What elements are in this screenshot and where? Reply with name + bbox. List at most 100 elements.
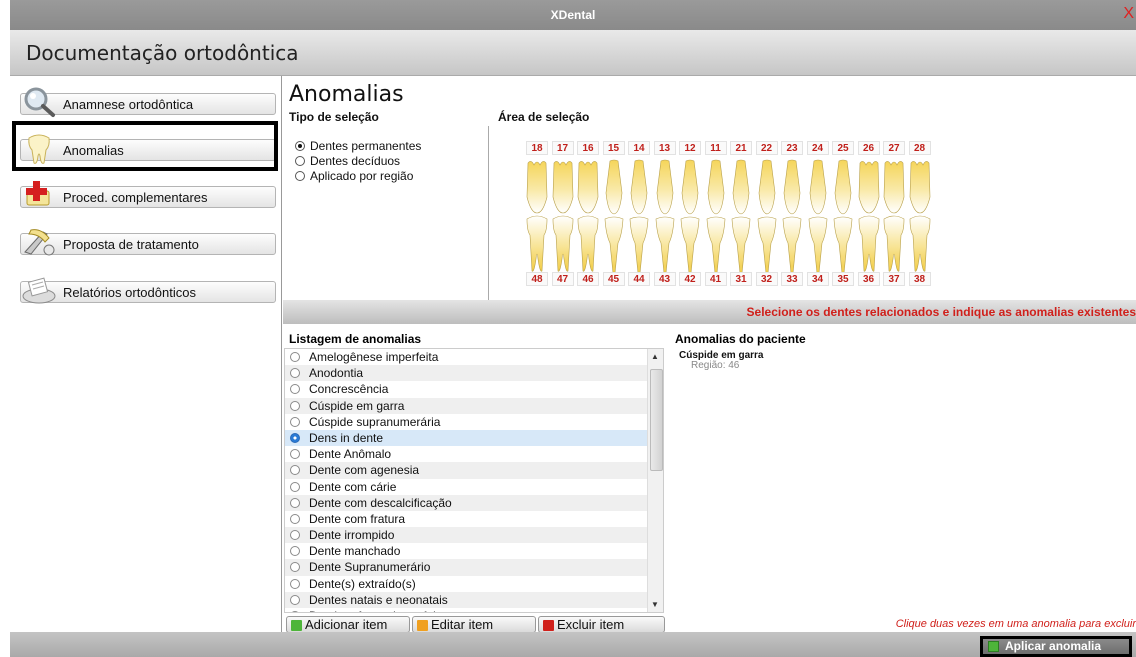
tooth-number-36[interactable]: 36 [857, 272, 880, 286]
tooth-number-43[interactable]: 43 [653, 272, 676, 286]
tooth-24[interactable] [806, 157, 830, 217]
radio-aplicado-regiao[interactable]: Aplicado por região [295, 169, 413, 183]
list-item[interactable]: Anodontia [285, 365, 663, 382]
tooth-27[interactable] [882, 157, 906, 217]
tooth-number-26[interactable]: 26 [857, 141, 880, 155]
list-item[interactable]: Cúspide supranumerária [285, 414, 663, 430]
tooth-number-34[interactable]: 34 [806, 272, 829, 286]
tooth-23[interactable] [780, 157, 804, 217]
list-item[interactable]: Dens in dente [285, 429, 663, 447]
tooth-45[interactable] [602, 215, 626, 275]
list-item[interactable]: Dente com fratura [285, 511, 663, 527]
list-item[interactable]: Concrescência [285, 381, 663, 397]
radio-dentes-permanentes[interactable]: Dentes permanentes [295, 139, 421, 153]
tooth-37[interactable] [882, 215, 906, 275]
list-item[interactable]: Dente manchado [285, 543, 663, 559]
tooth-42[interactable] [678, 215, 702, 275]
tooth-46[interactable] [576, 215, 600, 275]
add-item-button[interactable]: Adicionar item [286, 616, 410, 633]
apply-anomaly-button[interactable]: Aplicar anomalia [980, 636, 1132, 657]
tooth-25[interactable] [831, 157, 855, 217]
tooth-22[interactable] [755, 157, 779, 217]
tooth-41[interactable] [704, 215, 728, 275]
tooth-13[interactable] [653, 157, 677, 217]
tooth-number-16[interactable]: 16 [577, 141, 599, 155]
tooth-33[interactable] [780, 215, 804, 275]
tooth-21[interactable] [729, 157, 753, 217]
tooth-number-28[interactable]: 28 [908, 141, 931, 155]
tooth-number-41[interactable]: 41 [704, 272, 727, 286]
tooth-28[interactable] [908, 157, 932, 217]
radio-dentes-deciduos[interactable]: Dentes decíduos [295, 154, 400, 168]
tooth-number-45[interactable]: 45 [602, 272, 625, 286]
sidebar-item-proced-complementares[interactable]: Proced. complementares [20, 181, 276, 208]
list-item[interactable]: Dente irrompido [285, 527, 663, 544]
tooth-34[interactable] [806, 215, 830, 275]
tooth-16[interactable] [576, 157, 600, 217]
tooth-35[interactable] [831, 215, 855, 275]
tooth-48[interactable] [525, 215, 549, 275]
tooth-number-12[interactable]: 12 [679, 141, 701, 155]
list-item[interactable]: Dente com cárie [285, 479, 663, 495]
tooth-number-37[interactable]: 37 [883, 272, 905, 286]
tooth-38[interactable] [908, 215, 932, 275]
tooth-number-27[interactable]: 27 [883, 141, 905, 155]
tooth-number-11[interactable]: 11 [704, 141, 727, 155]
sidebar-item-relatorios[interactable]: Relatórios ortodônticos [20, 277, 276, 304]
list-scrollbar[interactable]: ▲ ▼ [647, 349, 663, 612]
tooth-11[interactable] [704, 157, 728, 217]
tooth-number-32[interactable]: 32 [755, 272, 778, 286]
list-item[interactable]: Dente Anômalo [285, 446, 663, 462]
list-item[interactable]: Dente com descalcificação [285, 494, 663, 511]
tooth-number-25[interactable]: 25 [832, 141, 854, 155]
tooth-number-42[interactable]: 42 [679, 272, 701, 286]
list-item[interactable]: Amelogênese imperfeita [285, 349, 663, 365]
tooth-number-38[interactable]: 38 [908, 272, 931, 286]
tooth-12[interactable] [678, 157, 702, 217]
scroll-up-icon[interactable]: ▲ [651, 352, 659, 361]
tooth-14[interactable] [627, 157, 651, 217]
tooth-number-46[interactable]: 46 [577, 272, 599, 286]
tooth-31[interactable] [729, 215, 753, 275]
list-item[interactable]: Dente(s) extraído(s) [285, 576, 663, 592]
tooth-number-13[interactable]: 13 [653, 141, 676, 155]
edit-item-button[interactable]: Editar item [412, 616, 536, 633]
list-item[interactable]: Dentes natais e neonatais [285, 591, 663, 608]
list-item[interactable]: Dentinogênese imperfeita [285, 608, 663, 612]
tooth-15[interactable] [602, 157, 626, 217]
tooth-number-23[interactable]: 23 [781, 141, 803, 155]
delete-item-button[interactable]: Excluir item [538, 616, 665, 633]
list-item[interactable]: Cúspide em garra [285, 397, 663, 414]
tooth-number-24[interactable]: 24 [806, 141, 829, 155]
sidebar-item-anamnese[interactable]: Anamnese ortodôntica [20, 87, 276, 117]
tooth-number-47[interactable]: 47 [551, 272, 574, 286]
tooth-number-31[interactable]: 31 [730, 272, 752, 286]
tooth-number-15[interactable]: 15 [602, 141, 625, 155]
tooth-number-22[interactable]: 22 [755, 141, 778, 155]
tooth-26[interactable] [857, 157, 881, 217]
tooth-47[interactable] [551, 215, 575, 275]
scroll-thumb[interactable] [650, 369, 663, 471]
anomaly-list: Amelogênese imperfeita Anodontia Concrescê… [284, 348, 664, 613]
list-item[interactable]: Dente com agenesia [285, 462, 663, 479]
tooth-17[interactable] [551, 157, 575, 217]
tooth-43[interactable] [653, 215, 677, 275]
close-icon[interactable]: X [1123, 0, 1134, 28]
tooth-number-48[interactable]: 48 [526, 272, 548, 286]
tooth-number-44[interactable]: 44 [628, 272, 650, 286]
tooth-36[interactable] [857, 215, 881, 275]
list-item[interactable]: Dente Supranumerário [285, 559, 663, 576]
tooth-18[interactable] [525, 157, 549, 217]
add-icon [291, 620, 302, 631]
tooth-number-33[interactable]: 33 [781, 272, 803, 286]
scroll-down-icon[interactable]: ▼ [651, 600, 659, 609]
sidebar-item-proposta-tratamento[interactable]: Proposta de tratamento [20, 229, 276, 256]
tooth-number-18[interactable]: 18 [526, 141, 548, 155]
tooth-number-14[interactable]: 14 [628, 141, 650, 155]
tooth-number-21[interactable]: 21 [730, 141, 752, 155]
tooth-44[interactable] [627, 215, 651, 275]
tooth-number-35[interactable]: 35 [832, 272, 854, 286]
radio-icon [290, 352, 300, 362]
tooth-number-17[interactable]: 17 [551, 141, 574, 155]
tooth-32[interactable] [755, 215, 779, 275]
